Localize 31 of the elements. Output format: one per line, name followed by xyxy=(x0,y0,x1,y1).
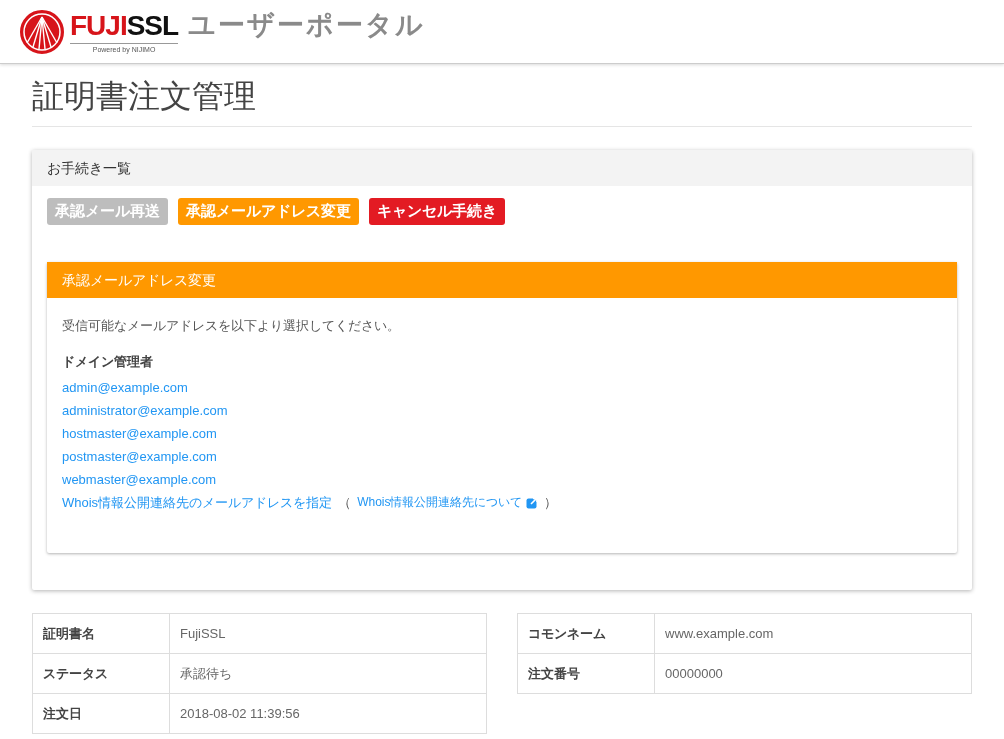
email-link[interactable]: hostmaster@example.com xyxy=(62,422,942,445)
table-header-cell: 注文日 xyxy=(32,693,170,734)
table-header-cell: 証明書名 xyxy=(32,613,170,654)
table-cell: www.example.com xyxy=(654,613,972,654)
group-label: ドメイン管理者 xyxy=(62,353,154,371)
paren-text: ） xyxy=(544,494,558,512)
email-link[interactable]: postmaster@example.com xyxy=(62,445,942,468)
table-header-cell: 注文番号 xyxy=(517,653,655,694)
table-cell: FujiSSL xyxy=(169,613,487,654)
page-title: 証明書注文管理 xyxy=(32,76,972,127)
table-header-cell: ステータス xyxy=(32,653,170,694)
instruction-text: 受信可能なメールアドレスを以下より選択してください。 xyxy=(62,317,401,335)
paren-text: （ xyxy=(338,494,352,512)
table-cell: 承認待ち xyxy=(169,653,487,694)
email-link[interactable]: administrator@example.com xyxy=(62,399,942,422)
panel-header: 承認メールアドレス変更 xyxy=(47,262,957,298)
table-header-cell: コモンネーム xyxy=(517,613,655,654)
whois-address-link[interactable]: Whois情報公開連絡先のメールアドレスを指定 xyxy=(62,491,333,514)
email-link[interactable]: webmaster@example.com xyxy=(62,468,942,491)
portal-title: ユーザーポータル xyxy=(188,8,426,42)
email-link[interactable]: admin@example.com xyxy=(62,376,942,399)
logo-text: SSL xyxy=(126,9,179,41)
table-cell: 00000000 xyxy=(654,653,972,694)
external-link-icon xyxy=(526,496,539,509)
whois-info-link[interactable]: Whois情報公開連絡先について xyxy=(357,491,523,514)
procedure-button[interactable]: 承認メールアドレス変更 xyxy=(178,198,359,225)
logo-text: FUJI xyxy=(70,9,127,41)
card-header: お手続き一覧 xyxy=(32,150,972,186)
procedure-button[interactable]: 承認メール再送 xyxy=(47,198,168,225)
procedure-button[interactable]: キャンセル手続き xyxy=(369,198,505,225)
table-cell: 2018-08-02 11:39:56 xyxy=(169,693,487,734)
